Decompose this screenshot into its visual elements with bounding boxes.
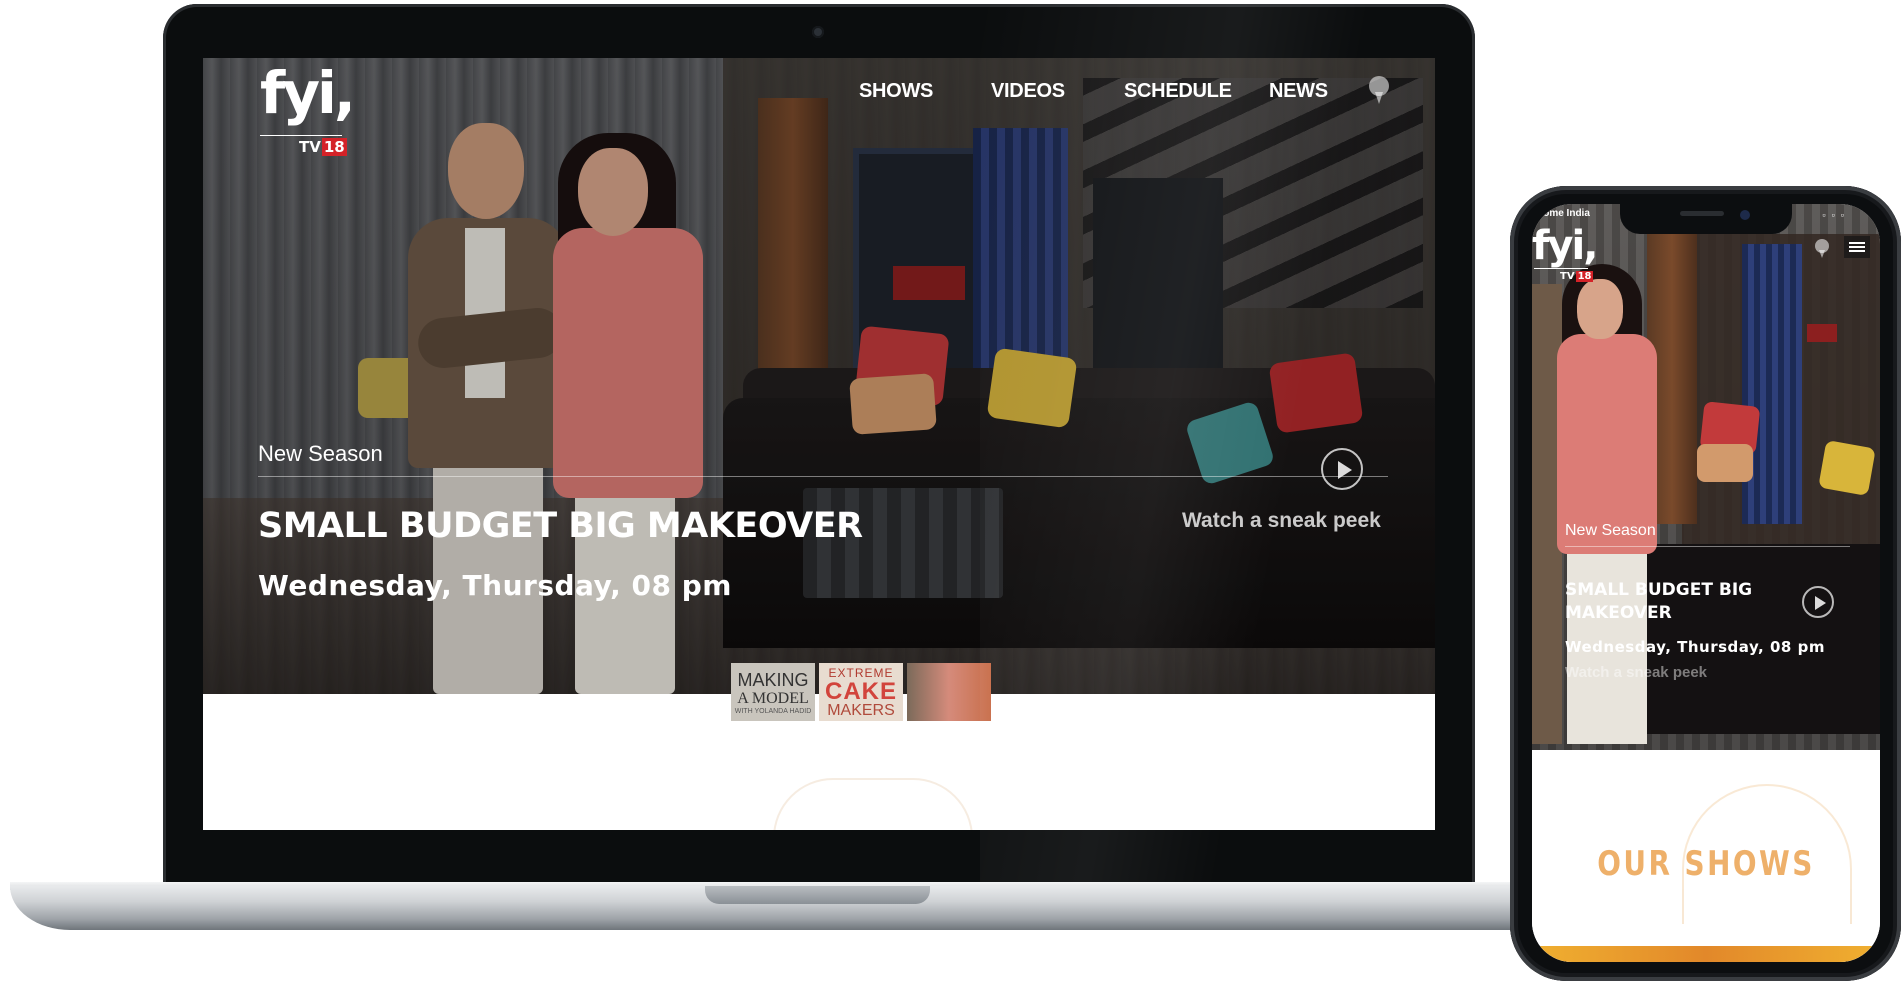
logo-tv18: TV 18 [1560, 271, 1594, 282]
fyi-logo[interactable]: fyi, TV 18 [1532, 226, 1602, 286]
carousel-thumb-small-budget[interactable] [907, 663, 991, 721]
laptop-screen: fyi, TV 18 SHOWS VIDEOS SCHEDULE NEWS New… [203, 58, 1435, 830]
carousel-thumb-making-a-model[interactable]: MAKING A MODEL WITH YOLANDA HADID [731, 663, 815, 721]
hero-bg-panel [1742, 244, 1802, 524]
search-icon[interactable] [1815, 239, 1831, 261]
logo-18-badge: 18 [321, 138, 347, 156]
hero-kicker: New Season [1565, 522, 1656, 539]
phone-notch [1620, 204, 1792, 234]
nav-news[interactable]: NEWS [1269, 80, 1328, 103]
logo-wordmark: fyi, [1532, 223, 1598, 269]
logo-divider [1534, 268, 1588, 269]
fyi-watermark [773, 778, 973, 830]
nav-shows[interactable]: SHOWS [859, 80, 933, 103]
show-preview-strip [1532, 946, 1880, 962]
play-icon[interactable] [1321, 448, 1363, 490]
hero-show-title[interactable]: SMALL BUDGET BIG MAKEOVER [258, 506, 863, 546]
nav-schedule[interactable]: SCHEDULE [1124, 80, 1232, 103]
hero-bg-panel [1807, 324, 1837, 342]
logo-18-badge: 18 [1575, 271, 1594, 282]
logo-divider [260, 135, 342, 136]
phone-speaker [1680, 211, 1724, 216]
hero-divider [1565, 546, 1850, 547]
hero-show-title[interactable]: SMALL BUDGET BIG MAKEOVER [1565, 579, 1785, 625]
thumb-title: MAKING [737, 670, 809, 690]
thumb-title: A MODEL [737, 690, 809, 707]
phone-screen: Come India ▫▫▫ fyi, TV 18 New Season SMAL… [1532, 204, 1880, 962]
carousel-thumb-extreme-cake-makers[interactable]: EXTREME CAKE MAKERS [819, 663, 903, 721]
laptop-camera [812, 26, 824, 38]
our-shows-heading: OUR SHOWS [1597, 844, 1815, 884]
nav-videos[interactable]: VIDEOS [991, 80, 1065, 103]
hero-bg-pillow [1697, 444, 1753, 482]
menu-icon[interactable] [1844, 236, 1870, 258]
hero-divider [258, 476, 1388, 477]
hero-kicker: New Season [258, 441, 383, 466]
hero-banner: fyi, TV 18 SHOWS VIDEOS SCHEDULE NEWS New… [203, 58, 1435, 694]
sneak-peek-link[interactable]: Watch a sneak peek [1182, 509, 1381, 533]
logo-tv-text: TV [1560, 271, 1575, 282]
thumb-title: CAKE [824, 678, 897, 705]
logo-tv18: TV 18 [299, 138, 347, 156]
main-nav: SHOWS VIDEOS SCHEDULE NEWS [203, 80, 1435, 120]
logo-tv-text: TV [299, 138, 321, 156]
host-woman [1557, 334, 1657, 554]
sneak-peek-link[interactable]: Watch a sneak peek [1565, 664, 1707, 681]
thumb-title: MAKERS [827, 702, 895, 719]
hero-schedule: Wednesday, Thursday, 08 pm [258, 569, 732, 602]
hero-schedule: Wednesday, Thursday, 08 pm [1565, 638, 1825, 656]
thumb-subtitle: WITH YOLANDA HADID [734, 708, 812, 715]
search-icon[interactable] [1369, 76, 1393, 106]
phone-status-carrier: Come India [1536, 208, 1590, 219]
play-icon[interactable] [1802, 586, 1834, 618]
host-woman [1577, 279, 1623, 339]
hero-bg-pillow [1818, 440, 1876, 496]
phone-camera [1740, 210, 1750, 220]
laptop-hinge-notch [705, 886, 930, 904]
status-icons: ▫▫▫ [1822, 210, 1850, 220]
